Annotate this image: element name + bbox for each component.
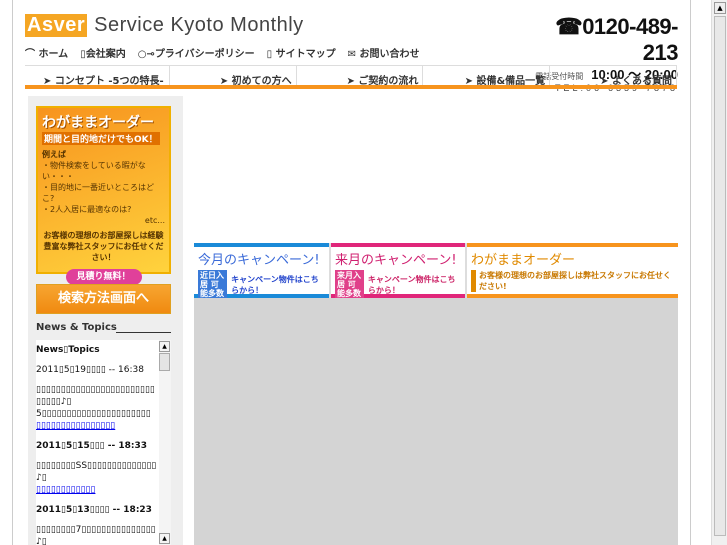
- banner-title: わがままオーダー: [471, 253, 576, 268]
- scroll-thumb[interactable]: [159, 353, 170, 371]
- promo-example: 例えば: [42, 150, 66, 159]
- company-link[interactable]: ▯会社案内: [80, 45, 126, 60]
- global-nav: ➤ コンセプト -5つの特長- ➤ 初めての方へ ➤ ご契約の流れ ➤ 設備&備…: [25, 65, 677, 89]
- this-month-campaign-banner[interactable]: 今月のキャンペーン! 近日入居 可能多数 キャンペーン物件はこちらから！: [194, 243, 329, 299]
- news-text: ▯▯▯▯▯▯▯▯▯▯▯▯▯▯▯▯▯▯▯▯▯▯▯▯▯▯▯▯▯♪▯: [36, 385, 155, 407]
- free-estimate-button[interactable]: 見積り無料！: [65, 269, 142, 285]
- promo-title: わがままオーダー: [42, 115, 154, 131]
- window-scrollbar[interactable]: ▲: [711, 0, 727, 545]
- link-label: 会社案内: [85, 49, 126, 60]
- promo-etc: etc...: [144, 216, 165, 225]
- banner-title: 今月のキャンペーン!: [198, 253, 320, 268]
- scroll-up-icon[interactable]: ▲: [159, 341, 170, 352]
- wagamama-order-banner[interactable]: わがままオーダー 期間と目的地だけでもOK！ 例えば ・物件検索をしている暇がな…: [36, 106, 171, 285]
- banner-title: 来月のキャンペーン!: [335, 253, 457, 268]
- promo-message: お客様の理想のお部屋探しは経験豊富な弊社スタッフにお任せください！: [43, 231, 164, 262]
- main-content-area: [194, 298, 678, 545]
- scroll-up-icon[interactable]: ▲: [714, 2, 726, 14]
- banner-tag: 来月入居 可能多数: [335, 270, 364, 299]
- wagamama-order-wide-banner[interactable]: わがままオーダー お客様の理想のお部屋探しは弊社スタッフにお任せください!: [467, 243, 678, 298]
- news-frame: News▯Topics 2011▯5▯19▯▯▯▯ -- 16:38 ▯▯▯▯▯…: [36, 340, 171, 545]
- news-section-title: News & Topics: [36, 322, 171, 333]
- news-link[interactable]: ▯▯▯▯▯▯▯▯▯▯▯▯▯▯▯▯: [36, 421, 115, 431]
- news-scrollbar[interactable]: ▲ ▲: [159, 340, 171, 545]
- nav-concept[interactable]: ➤ コンセプト -5つの特長-: [25, 66, 170, 87]
- sidebar: わがままオーダー 期間と目的地だけでもOK！ 例えば ・物件検索をしている暇がな…: [28, 96, 183, 545]
- campaign-banners: 今月のキャンペーン! 近日入居 可能多数 キャンペーン物件はこちらから！ 来月のキ…: [194, 243, 678, 299]
- banner-tag: 近日入居 可能多数: [198, 270, 228, 299]
- nav-label: 設備&備品一覧: [476, 76, 546, 87]
- banner-text: キャンペーン物件はこちらから！: [231, 274, 319, 295]
- logo-word: Kyoto: [170, 14, 225, 36]
- link-label: サイトマップ: [275, 49, 336, 60]
- news-heading: News▯Topics: [36, 345, 100, 355]
- privacy-link[interactable]: ○⊸プライバシーポリシー: [138, 45, 255, 60]
- logo-word: Service: [94, 14, 165, 36]
- nav-label: 初めての方へ: [231, 76, 292, 87]
- nav-faq[interactable]: ➤ よくある質問: [550, 66, 677, 87]
- phone-number: 0120-489-213: [582, 14, 678, 65]
- sitemap-link[interactable]: ▯ サイトマップ: [267, 45, 336, 60]
- site-logo[interactable]: Asver Service Kyoto Monthly: [25, 14, 304, 37]
- scroll-down-icon[interactable]: ▲: [159, 533, 170, 544]
- nav-label: よくある質問: [611, 76, 672, 87]
- link-label: プライバシーポリシー: [154, 49, 255, 60]
- promo-line: ・2人入居に最適なのは?: [42, 205, 132, 214]
- nav-label: コンセプト -5つの特長-: [54, 76, 164, 87]
- logo-word: Asver: [25, 14, 88, 37]
- logo-word: Monthly: [230, 14, 304, 36]
- promo-line: ・目的地に一番近いところはどこ?: [42, 183, 154, 203]
- link-label: お問い合わせ: [359, 49, 420, 60]
- news-date: 2011▯5▯13▯▯▯▯ -- 18:23: [36, 505, 152, 515]
- promo-line: ・物件検索をしている暇がない・・・: [42, 161, 146, 181]
- promo-subtitle: 期間と目的地だけでもOK！: [42, 132, 160, 145]
- nav-contract-flow[interactable]: ➤ ご契約の流れ: [297, 66, 424, 87]
- link-label: ホーム: [38, 49, 69, 60]
- scroll-thumb[interactable]: [714, 16, 726, 536]
- banner-text: キャンペーン物件はこちらから！: [367, 274, 456, 295]
- search-method-button[interactable]: 検索方法画面へ: [36, 284, 171, 314]
- contact-link[interactable]: ✉ お問い合わせ: [348, 45, 420, 60]
- news-date: 2011▯5▯15▯▯▯ -- 18:33: [36, 441, 147, 451]
- top-links: ⌒ ホーム ▯会社案内 ○⊸プライバシーポリシー ▯ サイトマップ ✉ お問い合…: [25, 45, 419, 60]
- nav-label: ご契約の流れ: [358, 76, 419, 87]
- news-date: 2011▯5▯19▯▯▯▯ -- 16:38: [36, 365, 144, 375]
- home-link[interactable]: ⌒ ホーム: [25, 45, 68, 60]
- news-link[interactable]: ▯▯▯▯▯▯▯▯▯▯▯▯: [36, 485, 95, 495]
- nav-equipment[interactable]: ➤ 設備&備品一覧: [423, 66, 551, 87]
- news-text: ▯▯▯▯▯▯▯▯7▯▯▯▯▯▯▯▯▯▯▯▯▯▯▯♪▯: [36, 525, 156, 545]
- banner-text: お客様の理想のお部屋探しは弊社スタッフにお任せください!: [471, 270, 674, 292]
- nav-first-time[interactable]: ➤ 初めての方へ: [170, 66, 297, 87]
- news-text: ▯▯▯▯▯▯▯▯SS▯▯▯▯▯▯▯▯▯▯▯▯▯▯♪▯: [36, 461, 157, 483]
- news-text: 5▯▯▯▯▯▯▯▯▯▯▯▯▯▯▯▯▯▯▯▯▯▯: [36, 409, 151, 419]
- next-month-campaign-banner[interactable]: 来月のキャンペーン! 来月入居 可能多数 キャンペーン物件はこちらから！: [331, 243, 465, 299]
- freedial-icon: ☎: [555, 14, 583, 39]
